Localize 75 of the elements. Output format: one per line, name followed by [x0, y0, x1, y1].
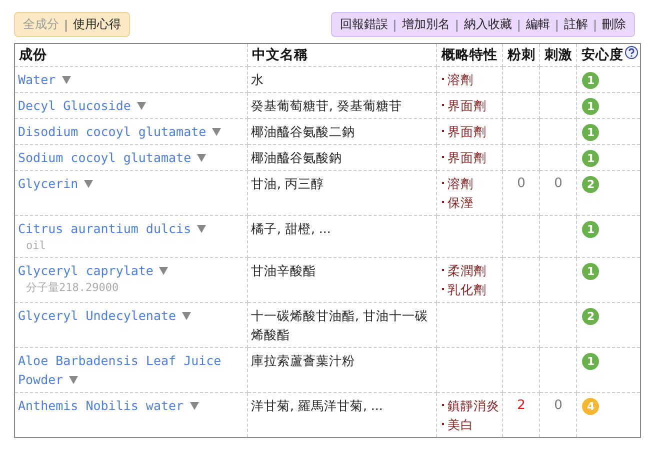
- separator: |: [392, 18, 397, 32]
- chinese-name: 橘子, 甜橙, ...: [251, 221, 331, 236]
- ingredient-link[interactable]: Citrus aurantium dulcis: [18, 219, 244, 238]
- property-tag: 保溼: [447, 195, 474, 210]
- safety-badge: 1: [582, 98, 600, 115]
- view-tab[interactable]: 全成分: [23, 16, 59, 33]
- separator: |: [64, 18, 68, 32]
- action-link[interactable]: 納入收藏: [464, 16, 512, 33]
- bullet-icon: [442, 104, 444, 106]
- chinese-name: 椰油醯谷氨酸二鈉: [251, 124, 355, 139]
- bullet-icon: [442, 78, 444, 80]
- chinese-name: 十一碳烯酸甘油酯, 甘油十一碳烯酸酯: [251, 308, 428, 342]
- separator: |: [554, 18, 559, 32]
- action-link[interactable]: 回報錯誤: [340, 16, 388, 33]
- separator: |: [454, 18, 459, 32]
- caret-icon[interactable]: [62, 75, 71, 84]
- bullet-icon: [442, 182, 444, 184]
- separator: |: [592, 18, 597, 32]
- chinese-name: 庫拉索蘆薈葉汁粉: [251, 353, 355, 368]
- chinese-name: 水: [251, 72, 264, 87]
- column-header: 概略特性: [441, 47, 498, 63]
- view-tab[interactable]: 使用心得: [73, 16, 122, 33]
- property-tag: 溶劑: [447, 176, 474, 191]
- safety-badge: 1: [582, 124, 600, 141]
- caret-icon[interactable]: [182, 311, 192, 320]
- property-tag: 鎮靜消炎: [447, 398, 500, 413]
- caret-icon[interactable]: [159, 266, 168, 275]
- chinese-name: 甘油辛酸酯: [251, 263, 316, 278]
- ingredient-note: 分子量218.29000: [25, 280, 120, 296]
- chinese-name: 椰油醯谷氨酸鈉: [251, 150, 342, 165]
- chinese-name: 癸基葡萄糖苷, 癸基葡糖苷: [251, 98, 402, 113]
- safety-badge: 1: [582, 150, 600, 167]
- caret-icon[interactable]: [69, 375, 78, 384]
- ingredient-note: oil: [25, 238, 47, 254]
- property-tag: 乳化劑: [447, 282, 486, 297]
- bullet-icon: [442, 288, 444, 290]
- bullet-icon: [442, 200, 444, 203]
- irritation-score: 0: [553, 397, 564, 415]
- ingredient-link[interactable]: Glyceryl caprylate: [18, 261, 244, 280]
- bullet-icon: [442, 130, 444, 132]
- acne-score: 0: [516, 175, 526, 193]
- caret-icon[interactable]: [136, 101, 146, 110]
- column-header: 安心度: [581, 47, 624, 63]
- safety-badge: 1: [582, 263, 600, 280]
- action-link[interactable]: 註解: [564, 16, 588, 33]
- caret-icon[interactable]: [197, 224, 206, 233]
- help-icon[interactable]: [625, 46, 638, 59]
- column-header: 中文名稱: [252, 47, 308, 63]
- bullet-icon: [442, 268, 444, 271]
- separator: |: [516, 18, 521, 32]
- safety-badge: 2: [582, 308, 600, 325]
- property-tag: 柔潤劑: [447, 263, 486, 278]
- bullet-icon: [442, 404, 444, 406]
- bullet-icon: [442, 422, 444, 425]
- caret-icon[interactable]: [84, 179, 94, 188]
- irritation-score: 0: [553, 175, 564, 193]
- chinese-name: 甘油, 丙三醇: [251, 176, 324, 191]
- bullet-icon: [442, 156, 444, 158]
- caret-icon[interactable]: [190, 401, 199, 410]
- safety-badge: 2: [582, 176, 600, 193]
- caret-icon[interactable]: [212, 127, 222, 136]
- column-header: 刺激: [544, 47, 572, 63]
- action-link[interactable]: 增加別名: [402, 16, 450, 33]
- safety-badge: 4: [582, 398, 600, 415]
- safety-badge: 1: [582, 72, 600, 89]
- caret-icon[interactable]: [197, 153, 206, 162]
- safety-badge: 1: [582, 221, 600, 238]
- acne-score: 2: [516, 397, 526, 415]
- column-header: 粉刺: [507, 47, 536, 63]
- property-tag: 美白: [447, 417, 474, 432]
- safety-badge: 1: [582, 353, 600, 370]
- action-link[interactable]: 編輯: [526, 16, 550, 33]
- action-link[interactable]: 刪除: [602, 16, 626, 33]
- column-header: 成份: [19, 47, 47, 63]
- chinese-name: 洋甘菊, 羅馬洋甘菊, ...: [251, 398, 383, 413]
